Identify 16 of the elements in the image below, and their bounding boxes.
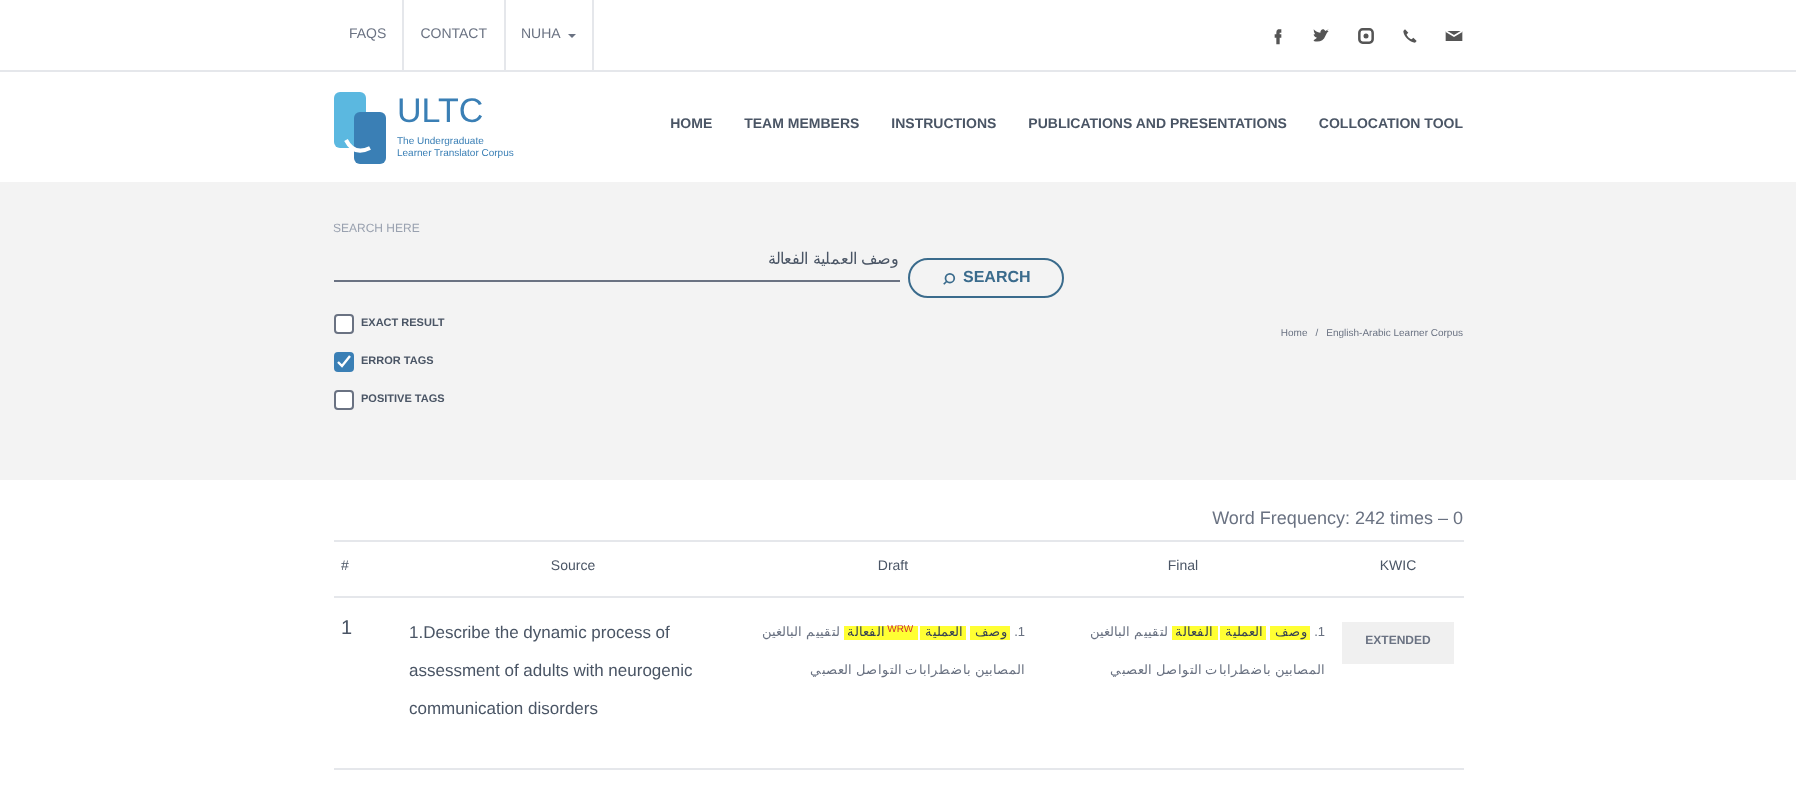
search-icon — [941, 271, 955, 285]
logo-icon — [333, 91, 389, 163]
phone-icon[interactable] — [1399, 25, 1419, 45]
caret-icon — [568, 33, 577, 37]
search-button[interactable]: SEARCH — [907, 258, 1065, 298]
checkbox[interactable] — [333, 314, 353, 334]
checkbox[interactable] — [333, 352, 353, 372]
word-frequency: Word Frequency: 242 times – 0 — [1210, 506, 1463, 532]
search-field[interactable]: وصف العملية الفعالة — [333, 240, 899, 282]
mail-icon[interactable] — [1443, 25, 1463, 45]
checkbox[interactable] — [333, 390, 353, 410]
logo-title: ULTC — [397, 93, 486, 128]
instagram-icon[interactable] — [1355, 25, 1375, 45]
twitter-icon[interactable] — [1311, 25, 1331, 45]
row-number: 1 — [341, 618, 353, 640]
source-text: 1.Describe the dynamic process of assessment of adults with neurogenic communication disorders — [409, 620, 695, 722]
